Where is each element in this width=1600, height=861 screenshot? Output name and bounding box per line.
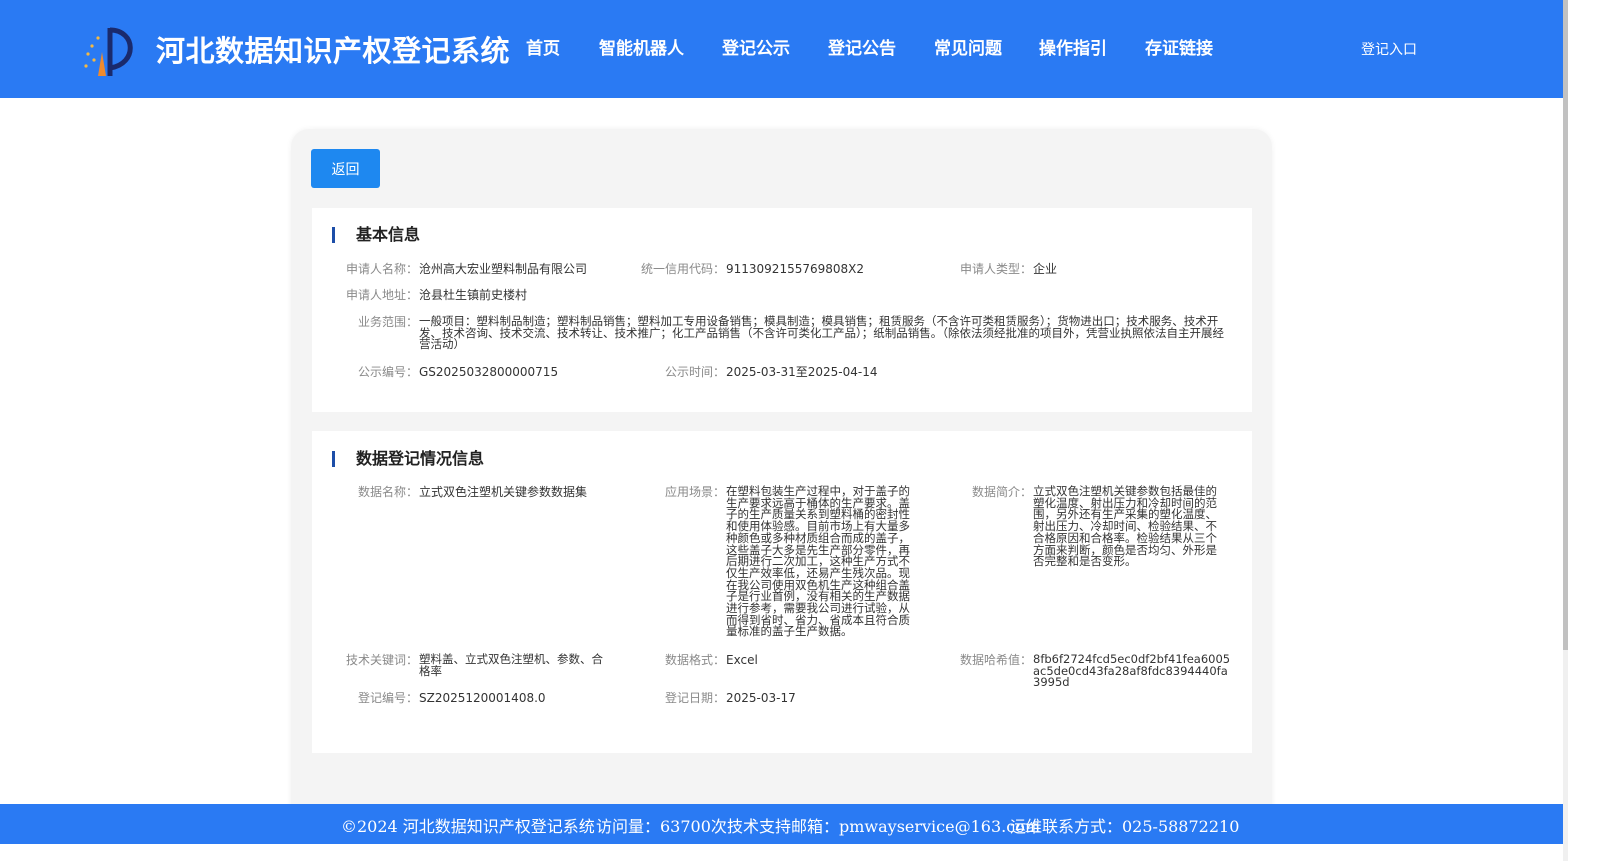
login-entry-link[interactable]: 登记入口 (1361, 39, 1417, 59)
field-registration-date: 登记日期： 2025-03-17 (312, 692, 1252, 706)
field-data-hash: 数据哈希值： 8fb6f2724fcd5ec0df2bf41fea6005ac5… (312, 653, 1252, 688)
value-data-hash: 8fb6f2724fcd5ec0df2bf41fea6005ac5de0cd43… (1033, 652, 1231, 690)
footer-copyright: ©2024 河北数据知识产权登记系统 (341, 817, 595, 836)
nav-item-registration-announcement[interactable]: 登记公告 (828, 34, 896, 59)
value-business-scope: 一般项目：塑料制品制造；塑料制品销售；塑料加工专用设备销售；模具制造；模具销售；… (419, 314, 1224, 351)
field-address: 申请人地址： 沧县杜生镇前史楼村 (312, 289, 1252, 303)
scrollbar-thumb[interactable] (1563, 0, 1568, 650)
section-title-data-registration: 数据登记情况信息 (332, 451, 484, 467)
value-applicant-type: 企业 (1033, 262, 1058, 276)
back-button[interactable]: 返回 (311, 149, 380, 188)
field-business-scope: 业务范围： 一般项目：塑料制品制造；塑料制品销售；塑料加工专用设备销售；模具制造… (312, 314, 1252, 352)
page-footer: ©2024 河北数据知识产权登记系统 访问量：63700次 技术支持邮箱：pmw… (0, 804, 1563, 844)
section-title-basic-info: 基本信息 (332, 227, 420, 243)
top-header: 河北数据知识产权登记系统 首页 智能机器人 登记公示 登记公告 常见问题 操作指… (0, 0, 1563, 98)
data-registration-panel: 数据登记情况信息 数据名称： 立式双色注塑机关键参数数据集 应用场景： 在塑料包… (312, 431, 1252, 753)
nav-item-faq[interactable]: 常见问题 (934, 34, 1002, 59)
basic-info-panel: 基本信息 申请人名称： 沧州高大宏业塑料制品有限公司 统一信用代码： 91130… (312, 208, 1252, 412)
value-data-intro: 立式双色注塑机关键参数包括最佳的塑化温度、射出压力和冷却时间的范围，另外还有生产… (1033, 484, 1217, 569)
label-notice-time: 公示时间： (664, 365, 725, 379)
label-registration-date: 登记日期： (664, 691, 725, 705)
nav-item-guide[interactable]: 操作指引 (1039, 34, 1107, 59)
nav-item-robot[interactable]: 智能机器人 (599, 34, 684, 59)
field-data-intro: 数据简介： 立式双色注塑机关键参数包括最佳的塑化温度、射出压力和冷却时间的范围，… (312, 484, 1252, 569)
nav-item-evidence-link[interactable]: 存证链接 (1145, 34, 1213, 59)
label-data-hash: 数据哈希值： (959, 653, 1032, 667)
value-notice-time: 2025-03-31至2025-04-14 (726, 365, 878, 379)
site-logo-icon (84, 27, 133, 76)
label-business-scope: 业务范围： (357, 315, 418, 329)
field-applicant-type: 申请人类型： 企业 (312, 263, 1252, 277)
footer-visit-count: 访问量：63700次 (596, 817, 727, 836)
footer-support-email: 技术支持邮箱：pmwayservice@163.com (727, 817, 1040, 836)
field-notice-time: 公示时间： 2025-03-31至2025-04-14 (312, 366, 1252, 380)
label-applicant-type: 申请人类型： (959, 262, 1032, 276)
site-title: 河北数据知识产权登记系统 (156, 34, 511, 68)
value-registration-date: 2025-03-17 (726, 691, 796, 705)
nav-item-home[interactable]: 首页 (526, 34, 560, 59)
footer-bottom-strip (0, 844, 1563, 861)
footer-ops-phone: 运维联系方式：025-58872210 (1010, 817, 1240, 836)
label-address: 申请人地址： (345, 288, 418, 302)
nav-item-registration-publicity[interactable]: 登记公示 (722, 34, 790, 59)
label-data-intro: 数据简介： (971, 485, 1032, 499)
value-address: 沧县杜生镇前史楼村 (419, 288, 528, 302)
